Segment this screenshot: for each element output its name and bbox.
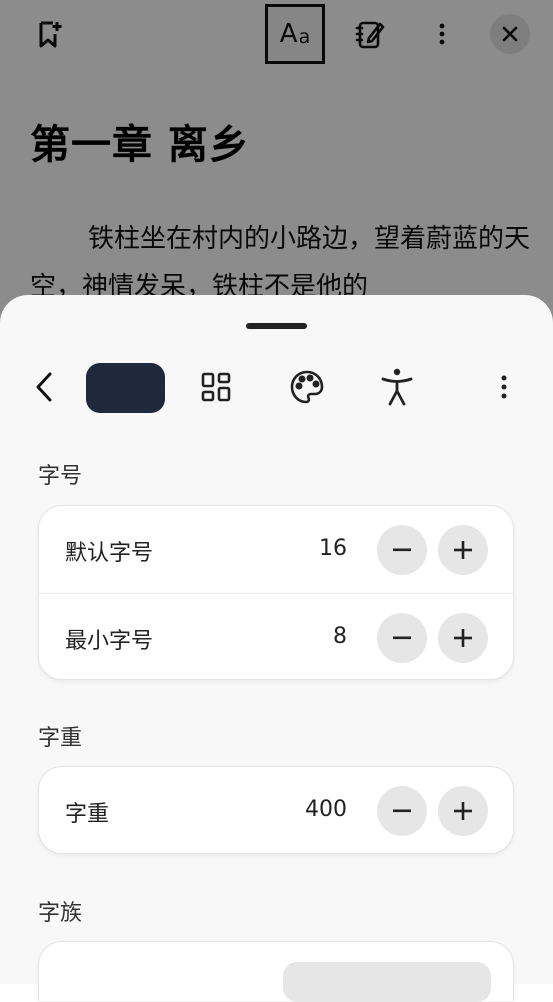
row-label: 默认字号 xyxy=(65,541,154,566)
row-label: 最小字号 xyxy=(65,629,154,654)
tab-text-settings[interactable] xyxy=(86,363,165,413)
section-label-font-size: 字号 xyxy=(38,464,83,489)
row-value: 16 xyxy=(319,536,347,561)
section-label-font-family: 字族 xyxy=(38,901,83,926)
accessibility-icon[interactable] xyxy=(376,363,418,411)
plus-icon xyxy=(454,629,472,647)
more-vertical-icon[interactable] xyxy=(488,365,520,409)
plus-icon xyxy=(454,541,472,559)
font-weight-card: 字重 400 xyxy=(38,766,514,854)
plus-icon xyxy=(454,802,472,820)
decrease-button[interactable] xyxy=(377,613,427,663)
font-settings-sheet: 字号 默认字号 16 最小字号 8 字重 字重 400 字族 xyxy=(0,295,553,1002)
chevron-left-icon[interactable] xyxy=(24,363,64,411)
minus-icon xyxy=(393,548,411,552)
layout-grid-icon[interactable] xyxy=(196,365,236,409)
setting-row-weight: 字重 400 xyxy=(39,767,513,854)
row-value: 400 xyxy=(305,797,347,822)
font-size-card: 默认字号 16 最小字号 8 xyxy=(38,505,514,680)
increase-button[interactable] xyxy=(438,525,488,575)
section-label-font-weight: 字重 xyxy=(38,726,83,751)
setting-row-min-size: 最小字号 8 xyxy=(39,593,513,681)
decrease-button[interactable] xyxy=(377,786,427,836)
minus-icon xyxy=(393,636,411,640)
setting-row-default-size: 默认字号 16 xyxy=(39,506,513,593)
minus-icon xyxy=(393,809,411,813)
settings-toolbar xyxy=(0,355,553,419)
increase-button[interactable] xyxy=(438,786,488,836)
decrease-button[interactable] xyxy=(377,525,427,575)
row-label: 字重 xyxy=(65,802,110,827)
palette-icon[interactable] xyxy=(286,365,328,409)
drag-handle[interactable] xyxy=(246,323,307,329)
font-family-card xyxy=(38,941,514,1002)
font-family-selector[interactable] xyxy=(283,962,491,1002)
increase-button[interactable] xyxy=(438,613,488,663)
row-value: 8 xyxy=(333,624,347,649)
